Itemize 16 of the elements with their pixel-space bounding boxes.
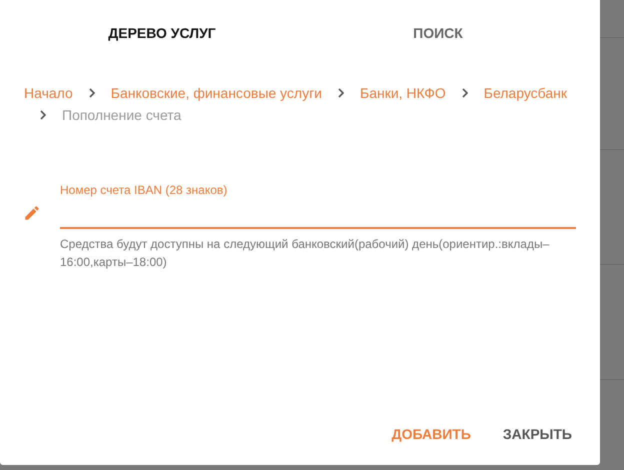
breadcrumb-current: Пополнение счета — [62, 106, 182, 125]
field-label: Номер счета IBAN (28 знаков) — [60, 182, 228, 199]
chevron-icon — [39, 110, 47, 120]
chevron-icon — [460, 88, 469, 98]
breadcrumb-link[interactable]: Банки, НКФО — [360, 82, 446, 104]
helper-text: Средства будут доступны на следующий банковский(рабочий) день(ориентир.:вклады–16:00,карты–18:00) — [60, 236, 550, 271]
breadcrumb-link[interactable]: Банковские, финансовые услуги — [110, 82, 322, 104]
breadcrumb-link[interactable]: Беларусбанк — [484, 82, 568, 104]
tab[interactable]: ПОИСК — [300, 0, 576, 66]
tab[interactable]: ДЕРЕВО УСЛУГ — [24, 0, 300, 66]
breadcrumb-link[interactable]: Начало — [24, 82, 73, 104]
close-button[interactable]: ЗАКРЫТЬ — [498, 420, 576, 449]
chevron-icon — [337, 88, 345, 98]
add-button[interactable]: ДОБАВИТЬ — [388, 420, 475, 449]
chevron-icon — [88, 88, 96, 98]
pencil-icon — [23, 204, 41, 222]
